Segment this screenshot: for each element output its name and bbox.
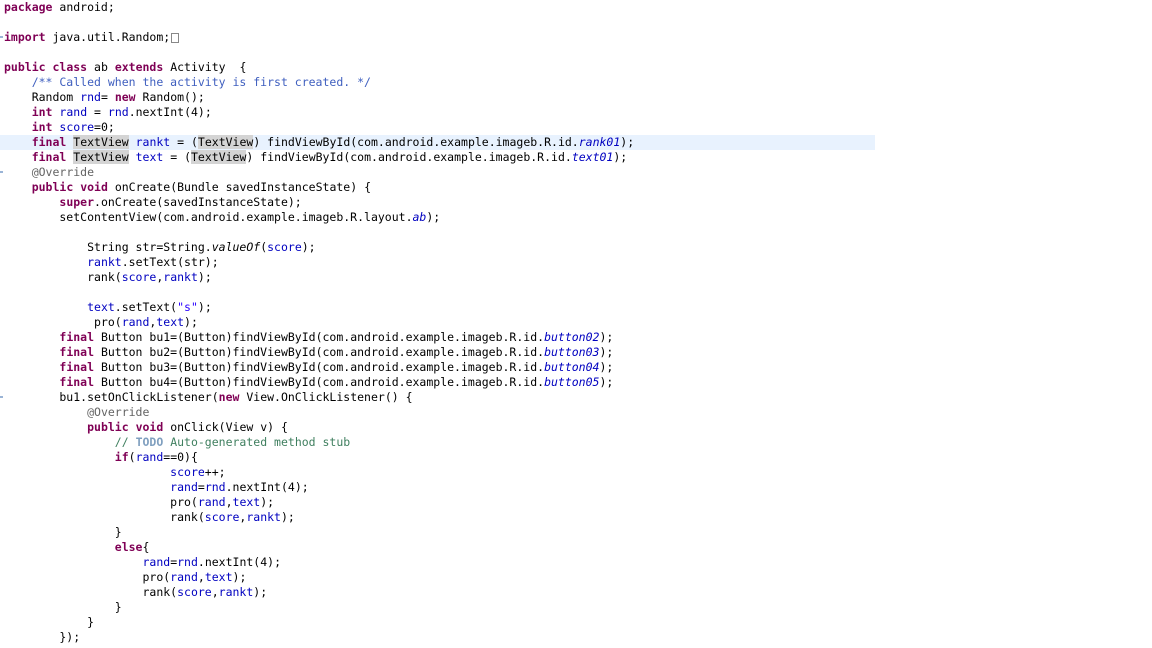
code-line-text: }); bbox=[4, 630, 81, 644]
code-line-text: final Button bu3=(Button)findViewById(co… bbox=[59, 360, 614, 374]
code-line-text: final TextView text = (TextView) findVie… bbox=[31, 150, 628, 164]
code-line[interactable]: final Button bu1=(Button)findViewById(co… bbox=[0, 330, 1152, 345]
code-line[interactable]: bu1.setOnClickListener(new View.OnClickL… bbox=[0, 390, 1152, 405]
code-line-text: } bbox=[4, 600, 122, 614]
code-line[interactable]: setContentView(com.android.example.image… bbox=[0, 210, 1152, 225]
code-line[interactable]: rank(score,rankt); bbox=[0, 510, 1152, 525]
code-line[interactable]: rand=rnd.nextInt(4); bbox=[0, 555, 1152, 570]
code-line[interactable]: rand=rnd.nextInt(4); bbox=[0, 480, 1152, 495]
code-line[interactable]: final Button bu4=(Button)findViewById(co… bbox=[0, 375, 1152, 390]
code-line-text: import java.util.Random; bbox=[4, 30, 180, 45]
code-line-text: final Button bu4=(Button)findViewById(co… bbox=[59, 375, 614, 389]
code-line[interactable]: final Button bu3=(Button)findViewById(co… bbox=[0, 360, 1152, 375]
code-line[interactable]: } bbox=[0, 615, 1152, 630]
code-line-text: final Button bu2=(Button)findViewById(co… bbox=[59, 345, 614, 359]
code-line[interactable]: pro(rand,text); bbox=[0, 570, 1152, 585]
code-line-text: rank(score,rankt); bbox=[4, 270, 212, 284]
code-line[interactable]: package android; bbox=[0, 0, 1152, 15]
code-line-text: } bbox=[4, 615, 95, 629]
code-line[interactable]: pro(rand,text); bbox=[0, 315, 1152, 330]
code-line-text: @Override bbox=[87, 405, 150, 419]
code-line-text: public void onClick(View v) { bbox=[87, 420, 288, 434]
code-line[interactable]: @Override bbox=[0, 165, 1152, 180]
code-line[interactable]: int rand = rnd.nextInt(4); bbox=[0, 105, 1152, 120]
code-line[interactable]: /** Called when the activity is first cr… bbox=[0, 75, 1152, 90]
code-line-text: } bbox=[4, 525, 122, 539]
code-line[interactable]: public void onClick(View v) { bbox=[0, 420, 1152, 435]
code-line[interactable]: if(rand==0){ bbox=[0, 450, 1152, 465]
code-line[interactable]: int score=0; bbox=[0, 120, 1152, 135]
code-editor[interactable]: package android; import java.util.Random;… bbox=[0, 0, 1152, 648]
code-line-text: score++; bbox=[170, 465, 226, 479]
code-line-text: package android; bbox=[4, 0, 115, 14]
code-line-text: public void onCreate(Bundle savedInstanc… bbox=[31, 180, 371, 194]
code-line[interactable]: public class ab extends Activity { bbox=[0, 60, 1152, 75]
code-line[interactable]: rankt.setText(str); bbox=[0, 255, 1152, 270]
code-line[interactable] bbox=[0, 45, 1152, 60]
code-line[interactable]: public void onCreate(Bundle savedInstanc… bbox=[0, 180, 1152, 195]
code-line[interactable]: pro(rand,text); bbox=[0, 495, 1152, 510]
code-line[interactable]: final TextView rankt = (TextView) findVi… bbox=[0, 135, 875, 150]
code-line[interactable]: }); bbox=[0, 630, 1152, 645]
code-line[interactable]: import java.util.Random; bbox=[0, 30, 1152, 45]
code-line-text: setContentView(com.android.example.image… bbox=[4, 210, 441, 224]
code-line[interactable]: @Override bbox=[0, 405, 1152, 420]
code-line[interactable]: final TextView text = (TextView) findVie… bbox=[0, 150, 1152, 165]
code-line-text: bu1.setOnClickListener(new View.OnClickL… bbox=[4, 390, 413, 404]
code-line[interactable]: rank(score,rankt); bbox=[0, 270, 1152, 285]
code-line-text: final TextView rankt = (TextView) findVi… bbox=[31, 135, 635, 149]
code-line-text: rank(score,rankt); bbox=[4, 585, 268, 599]
code-line[interactable]: else{ bbox=[0, 540, 1152, 555]
code-line-text: rank(score,rankt); bbox=[4, 510, 295, 524]
code-line[interactable] bbox=[0, 285, 1152, 300]
code-line[interactable]: text.setText("s"); bbox=[0, 300, 1152, 315]
code-line-text: public class ab extends Activity { bbox=[4, 60, 247, 74]
code-line[interactable]: final Button bu2=(Button)findViewById(co… bbox=[0, 345, 1152, 360]
code-line-text: super.onCreate(savedInstanceState); bbox=[59, 195, 302, 209]
code-line-text: // TODO Auto-generated method stub bbox=[114, 435, 351, 449]
code-line-text: String str=String.valueOf(score); bbox=[4, 240, 316, 254]
code-line-text: pro(rand,text); bbox=[4, 570, 247, 584]
code-line[interactable]: } bbox=[0, 600, 1152, 615]
code-line-text: rand=rnd.nextInt(4); bbox=[142, 555, 281, 569]
code-line-text: @Override bbox=[31, 165, 95, 179]
code-line-text: pro(rand,text); bbox=[4, 495, 275, 509]
code-line-text: else{ bbox=[114, 540, 150, 554]
code-line[interactable]: rank(score,rankt); bbox=[0, 585, 1152, 600]
code-line[interactable]: Random rnd= new Random(); bbox=[0, 90, 1152, 105]
code-line[interactable]: // TODO Auto-generated method stub bbox=[0, 435, 1152, 450]
code-line-text: /** Called when the activity is first cr… bbox=[4, 75, 371, 89]
code-line-text: rand=rnd.nextInt(4); bbox=[170, 480, 309, 494]
code-line[interactable]: String str=String.valueOf(score); bbox=[0, 240, 1152, 255]
code-line[interactable]: super.onCreate(savedInstanceState); bbox=[0, 195, 1152, 210]
fold-icon[interactable] bbox=[171, 33, 180, 43]
code-line-text: final Button bu1=(Button)findViewById(co… bbox=[59, 330, 614, 344]
code-line-text: pro(rand,text); bbox=[4, 315, 198, 329]
code-line[interactable] bbox=[0, 225, 1152, 240]
code-line-text: if(rand==0){ bbox=[114, 450, 198, 464]
code-line[interactable]: } bbox=[0, 525, 1152, 540]
code-line-text: int rand = rnd.nextInt(4); bbox=[31, 105, 212, 119]
code-line[interactable]: score++; bbox=[0, 465, 1152, 480]
code-line-text: Random rnd= new Random(); bbox=[4, 90, 205, 104]
code-line-text: int score=0; bbox=[31, 120, 115, 134]
code-line-text: text.setText("s"); bbox=[87, 300, 212, 314]
code-line[interactable] bbox=[0, 15, 1152, 30]
code-line-text: rankt.setText(str); bbox=[87, 255, 219, 269]
